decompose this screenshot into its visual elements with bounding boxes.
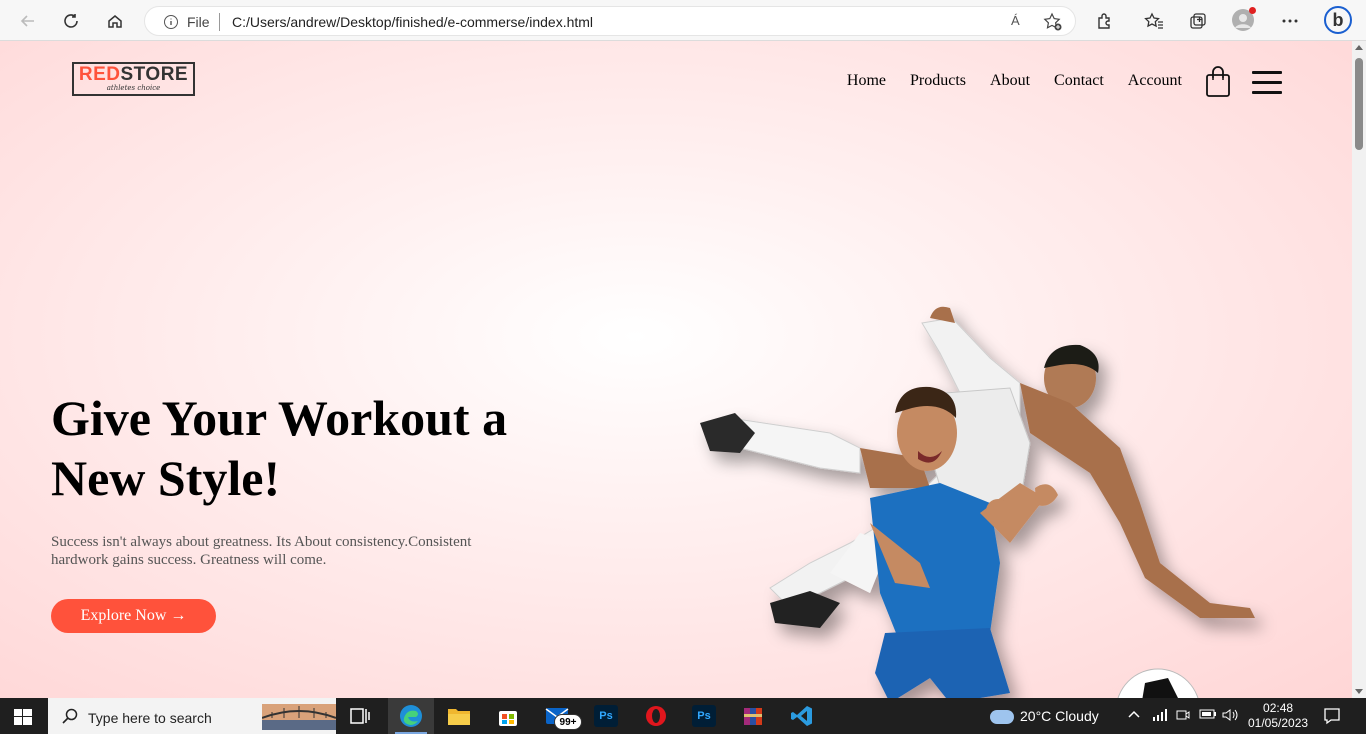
hero-players-image xyxy=(700,306,1255,698)
address-separator xyxy=(219,13,220,31)
file-explorer-icon[interactable] xyxy=(447,705,471,727)
address-url[interactable]: C:/Users/andrew/Desktop/finished/e-comme… xyxy=(232,14,593,30)
more-options-icon[interactable] xyxy=(1278,9,1302,33)
scroll-down-arrow-icon[interactable] xyxy=(1355,689,1363,694)
search-placeholder: Type here to search xyxy=(88,710,212,726)
search-highlight-image xyxy=(261,704,337,735)
cloud-icon xyxy=(990,710,1014,725)
home-icon[interactable] xyxy=(102,8,128,34)
edge-icon[interactable] xyxy=(399,705,423,727)
weather-text: 20°C Cloudy xyxy=(1020,708,1099,724)
store-icon[interactable] xyxy=(496,705,520,727)
hamburger-menu-icon[interactable] xyxy=(1252,71,1282,101)
browser-toolbar: File C:/Users/andrew/Desktop/finished/e-… xyxy=(0,0,1366,41)
collections-icon[interactable] xyxy=(1186,9,1210,33)
nav-about[interactable]: About xyxy=(990,72,1030,90)
web-page: REDSTORE athletes choice Home Products A… xyxy=(0,41,1352,698)
nav-contact[interactable]: Contact xyxy=(1054,72,1104,90)
task-view-icon[interactable] xyxy=(348,705,372,727)
page-scrollbar[interactable] xyxy=(1352,41,1366,698)
nav-account[interactable]: Account xyxy=(1128,72,1182,90)
nav-home[interactable]: Home xyxy=(847,72,886,90)
photoshop-icon[interactable]: Ps xyxy=(594,705,618,727)
mail-badge: 99+ xyxy=(554,714,582,730)
battery-icon[interactable] xyxy=(1199,708,1217,723)
meet-now-icon[interactable] xyxy=(1176,708,1190,725)
network-icon[interactable] xyxy=(1152,708,1168,725)
logo-tagline: athletes choice xyxy=(106,84,161,92)
back-icon[interactable] xyxy=(15,8,41,34)
photoshop-icon-2[interactable]: Ps xyxy=(692,705,716,727)
notifications-icon[interactable] xyxy=(1323,707,1341,730)
hero-description: Success isn't always about greatness. It… xyxy=(51,534,472,568)
windows-taskbar: Type here to search 99+ Ps Ps 20°C Cloud… xyxy=(0,698,1366,734)
search-icon xyxy=(62,708,78,729)
hero-title: Give Your Workout a New Style! xyxy=(51,390,508,506)
logo-wordmark: REDSTORE xyxy=(78,64,189,85)
read-aloud-icon[interactable]: Á xyxy=(1011,13,1020,28)
profile-notification-dot xyxy=(1249,7,1256,14)
windows-start-icon[interactable] xyxy=(14,709,32,730)
volume-icon[interactable] xyxy=(1222,708,1240,725)
main-nav: Home Products About Contact Account xyxy=(847,72,1182,90)
favorites-icon[interactable] xyxy=(1142,9,1166,33)
profile-avatar[interactable] xyxy=(1232,7,1256,31)
clock-date: 01/05/2023 xyxy=(1248,716,1309,730)
site-logo[interactable]: REDSTORE athletes choice xyxy=(72,62,195,96)
bing-chat-icon[interactable]: b xyxy=(1324,6,1352,34)
info-icon[interactable] xyxy=(163,14,179,35)
tray-chevron-up-icon[interactable] xyxy=(1128,708,1140,722)
taskbar-clock[interactable]: 02:48 01/05/2023 xyxy=(1248,701,1308,731)
refresh-icon[interactable] xyxy=(58,8,84,34)
nav-products[interactable]: Products xyxy=(910,72,966,90)
clock-time: 02:48 xyxy=(1263,701,1294,715)
vscode-icon[interactable] xyxy=(790,705,814,727)
extensions-icon[interactable] xyxy=(1093,9,1117,33)
winrar-icon[interactable] xyxy=(741,705,765,727)
add-favorite-icon[interactable] xyxy=(1043,12,1063,37)
address-bar[interactable]: File C:/Users/andrew/Desktop/finished/e-… xyxy=(144,6,1076,36)
opera-icon[interactable] xyxy=(644,705,668,727)
shopping-bag-icon[interactable] xyxy=(1205,66,1231,103)
address-scheme: File xyxy=(187,14,210,30)
weather-widget[interactable]: 20°C Cloudy xyxy=(990,708,1099,725)
scroll-up-arrow-icon[interactable] xyxy=(1355,45,1363,50)
explore-now-button[interactable]: Explore Now → xyxy=(51,599,216,633)
scrollbar-thumb[interactable] xyxy=(1355,58,1363,150)
taskbar-search-box[interactable]: Type here to search xyxy=(48,698,337,735)
